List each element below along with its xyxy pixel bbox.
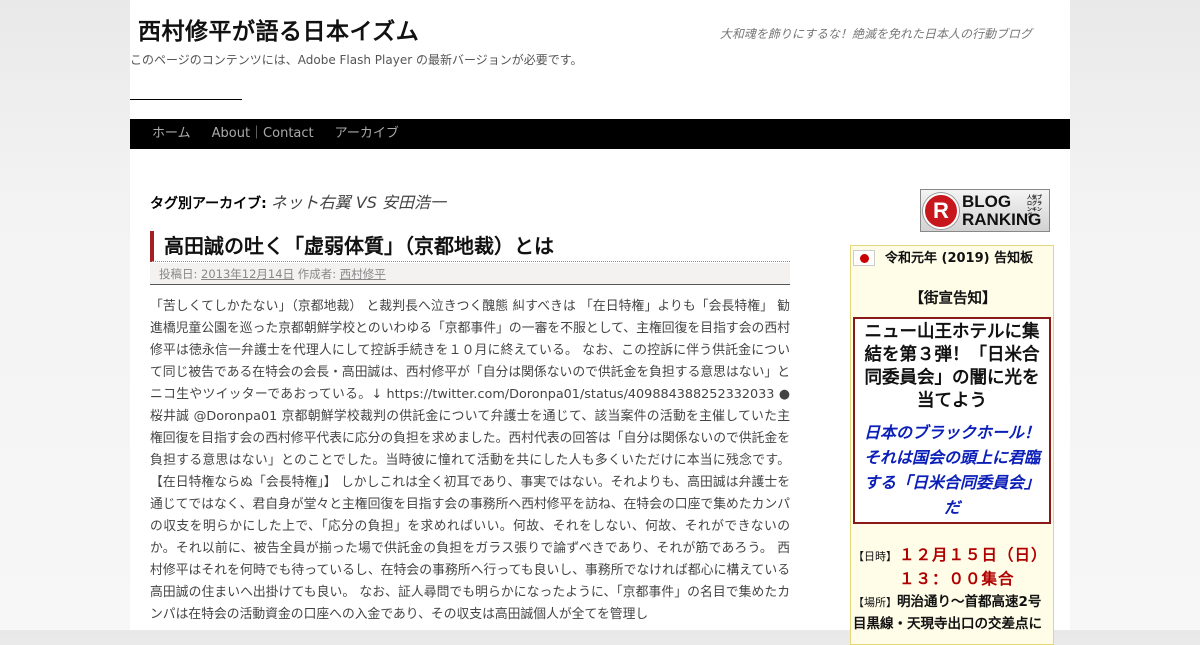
event-place-label: 【場所】 [853, 596, 897, 609]
post-meta: 投稿日: 2013年12月14日 作成者: 西村修平 [150, 263, 790, 285]
post-content: 「苦しくてしかたない」（京都地裁） と裁判長へ泣きつく醜態 糾すべきは 「在日特… [150, 299, 790, 622]
page-wrapper: 西村修平が語る日本イズム 大和魂を飾りにするな！絶滅を免れた日本人の行動ブログ … [130, 0, 1070, 645]
notice-box: ニュー山王ホテルに集結を第３弾！「日米合同委員会」の闇に光を当てよう 日本のブラ… [853, 317, 1051, 524]
blog-ranking-banner[interactable]: R BLOG RANKING 人気ブログランキング [920, 189, 1050, 232]
event-place-value: 明治通り～首都高速2号 [897, 594, 1042, 610]
archive-term: ネット右翼 VS 安田浩一 [270, 193, 447, 212]
main-menu: ホーム About｜Contact アーカイブ [130, 119, 1070, 149]
notice-main-text: ニュー山王ホテルに集結を第３弾！「日米合同委員会」の闇に光を当てよう [864, 322, 1040, 411]
header-divider [130, 99, 242, 100]
menu-item-archive[interactable]: アーカイブ [335, 119, 399, 149]
post-author-link[interactable]: 西村修平 [340, 267, 386, 281]
widget-title: 令和元年 (2019) 告知板 [885, 251, 1034, 266]
author-label: 作成者: [297, 267, 337, 281]
notice-heading: 【街宣告知】 [909, 291, 997, 307]
site-description: 大和魂を飾りにするな！絶滅を免れた日本人の行動ブログ [719, 27, 1032, 41]
event-place-detail: 目黒線・天現寺出口の交差点に [853, 616, 1042, 632]
notice-sub-text: 日本のブラックホール！それは国会の頭上に君臨する「日米合同委員会」だ [863, 423, 1040, 517]
event-place: 【場所】明治通り～首都高速2号 [853, 590, 1041, 610]
posted-label: 投稿日: [159, 267, 198, 281]
post-date-link[interactable]: 2013年12月14日 [201, 267, 294, 281]
event-date-label: 【日時】 [853, 550, 897, 563]
menu-item-home[interactable]: ホーム [152, 119, 191, 149]
site-title[interactable]: 西村修平が語る日本イズム [138, 12, 419, 46]
event-date-value: １２月１５日（日） [899, 546, 1048, 564]
archive-title: タグ別アーカイブ: ネット右翼 VS 安田浩一 [150, 189, 446, 213]
menu-item-about-contact[interactable]: About｜Contact [212, 119, 314, 149]
event-date: 【日時】 １２月１５日（日） [853, 543, 1048, 565]
japan-flag-icon [853, 250, 875, 266]
flash-player-notice: このページのコンテンツには、Adobe Flash Player の最新バージョ… [130, 53, 583, 67]
post-title[interactable]: 高田誠の吐く「虚弱体質」（京都地裁）とは [150, 231, 790, 262]
announcement-widget: 令和元年 (2019) 告知板 【街宣告知】 ニュー山王ホテルに集結を第３弾！「… [850, 245, 1054, 645]
archive-label: タグ別アーカイブ: [150, 196, 267, 212]
event-time: １３：００集合 [899, 570, 1015, 588]
blog-ranking-subtext: 人気ブログランキング [1027, 195, 1043, 219]
blog-ranking-logo-icon: R [923, 192, 959, 229]
